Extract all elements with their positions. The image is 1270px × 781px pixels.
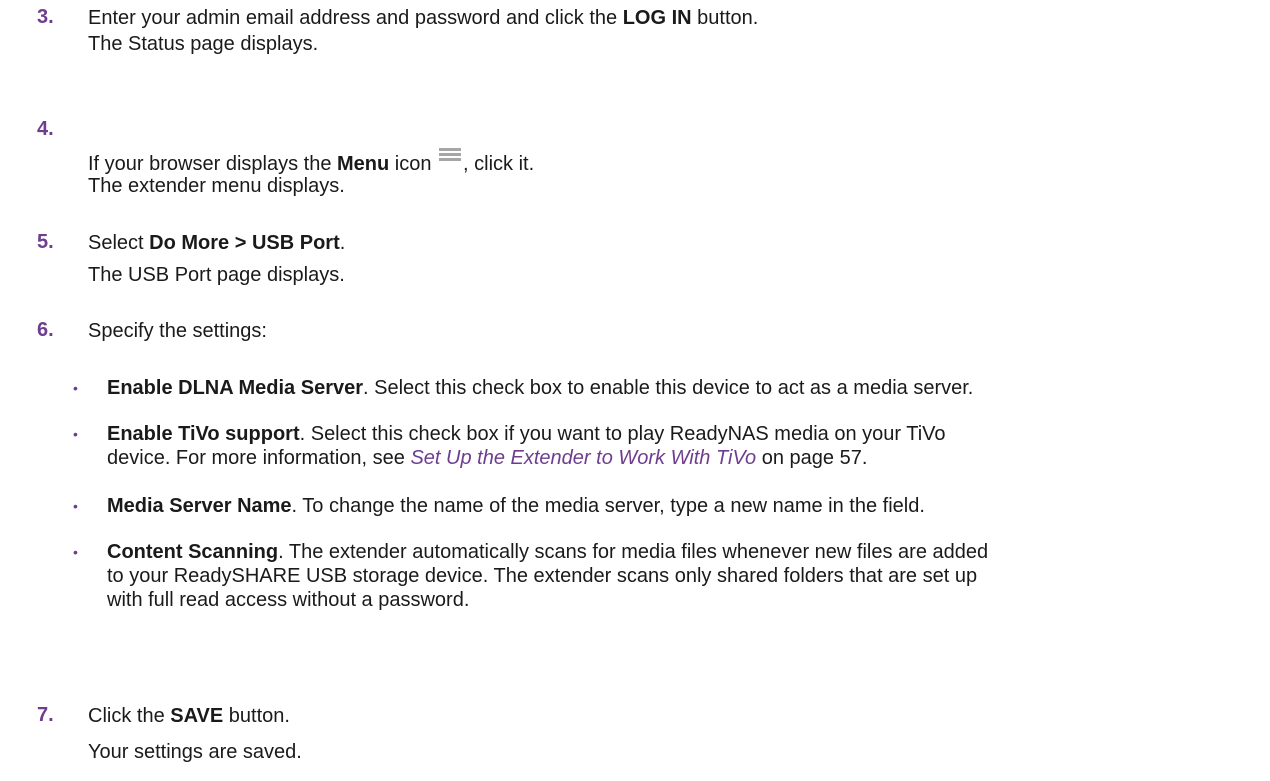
menu-label: Menu bbox=[337, 153, 390, 175]
bullet-description: . The extender automatically scans for m… bbox=[278, 541, 989, 563]
step-result: The Status page displays. bbox=[88, 33, 319, 55]
step-text: Select Do More > USB Port. bbox=[88, 231, 345, 255]
bullet-text: Content Scanning. The extender automatic… bbox=[107, 540, 1267, 612]
step-number: 4. bbox=[37, 118, 54, 140]
step-number: 3. bbox=[37, 6, 54, 28]
bullet-description: . Select this check box if you want to p… bbox=[299, 423, 946, 445]
step-text: Specify the settings: bbox=[88, 320, 267, 342]
document-page: 3. Enter your admin email address and pa… bbox=[0, 0, 1270, 781]
step-text: If your browser displays the Menu icon ,… bbox=[88, 148, 534, 176]
bullet-description: to your ReadySHARE USB storage device. T… bbox=[107, 565, 978, 587]
step-text-part: If your browser displays the bbox=[88, 153, 337, 175]
bullet-term: Enable TiVo support bbox=[107, 423, 300, 445]
bullet-text: Media Server Name. To change the name of… bbox=[107, 494, 1267, 518]
step-result: The USB Port page displays. bbox=[88, 264, 345, 286]
step-text-part: , click it. bbox=[463, 153, 535, 175]
log-in-label: LOG IN bbox=[622, 7, 692, 29]
step-number: 5. bbox=[37, 231, 54, 253]
bullet-marker: • bbox=[73, 426, 78, 442]
step-text-part: Click the bbox=[88, 705, 171, 727]
step-text: Click the SAVE button. bbox=[88, 704, 290, 728]
tivo-setup-link[interactable]: Set Up the Extender to Work With TiVo bbox=[410, 447, 756, 469]
step-text-part: icon bbox=[389, 153, 438, 175]
step-text-part: button. bbox=[223, 705, 290, 727]
step-text-part: button. bbox=[691, 7, 759, 29]
step-text-part: Select bbox=[88, 232, 150, 254]
step-number: 7. bbox=[37, 704, 54, 726]
bullet-marker: • bbox=[73, 544, 78, 560]
bullet-text: Enable DLNA Media Server. Select this ch… bbox=[107, 376, 1267, 400]
bullet-term: Media Server Name bbox=[107, 495, 292, 517]
bullet-text: Enable TiVo support. Select this check b… bbox=[107, 422, 1267, 470]
menu-icon bbox=[439, 148, 462, 162]
bullet-marker: • bbox=[73, 380, 78, 396]
step-result: Your settings are saved. bbox=[88, 741, 302, 763]
save-label: SAVE bbox=[170, 705, 224, 727]
bullet-description: device. For more information, see bbox=[107, 447, 411, 469]
step-number: 6. bbox=[37, 319, 54, 341]
step-text-part: Enter your admin email address and passw… bbox=[88, 7, 623, 29]
bullet-description: . To change the name of the media server… bbox=[291, 495, 925, 517]
step-text: Enter your admin email address and passw… bbox=[88, 6, 758, 30]
bullet-description: on page 57. bbox=[756, 447, 868, 469]
bullet-description: . Select this check box to enable this d… bbox=[363, 377, 974, 399]
bullet-term: Enable DLNA Media Server bbox=[107, 377, 364, 399]
bullet-term: Content Scanning bbox=[107, 541, 279, 563]
bullet-marker: • bbox=[73, 498, 78, 514]
step-text-part: . bbox=[339, 232, 346, 254]
do-more-usb-port-label: Do More > USB Port bbox=[149, 232, 340, 254]
bullet-description: with full read access without a password… bbox=[107, 589, 470, 611]
step-result: The extender menu displays. bbox=[88, 175, 345, 197]
